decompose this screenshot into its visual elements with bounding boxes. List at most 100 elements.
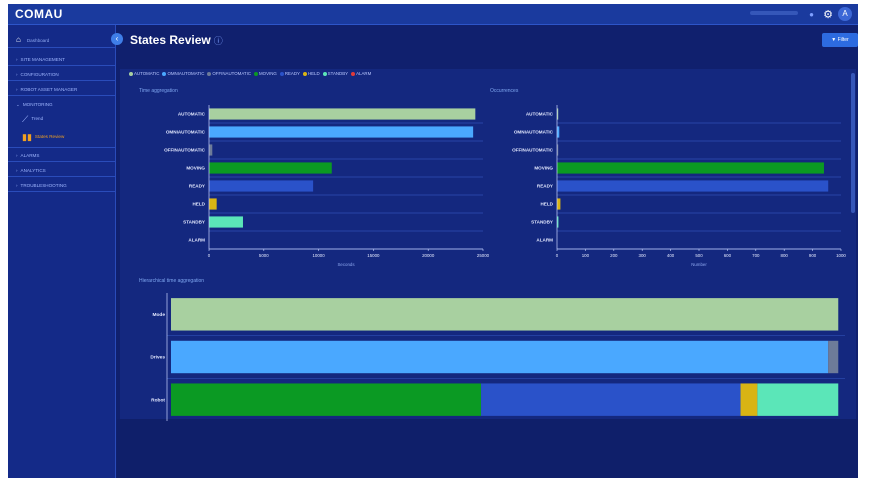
stacked-segment [828,340,839,374]
bar-automatic [209,108,476,120]
legend-label: READY [284,71,300,76]
x-tick-label: 300 [639,253,647,258]
hierarchical-time-aggregation-title: Hierarchical time aggregation [139,278,205,284]
category-label: OFFINAUTOMATIC [512,148,554,153]
legend-swatch [351,71,356,76]
sidebar-item-label: ROBOT ASSET MANAGER [20,87,78,92]
sidebar-item-dashboard[interactable]: ⌂ Dashboard [8,32,116,48]
gear-icon[interactable]: ⚙ [823,8,833,21]
sidebar-item-alarms[interactable]: › ALARMS [8,149,116,162]
legend-item-omniautomatic[interactable]: OMNIAUTOMATIC [162,71,204,76]
chevron-right-icon: › [16,87,18,92]
legend-swatch [207,71,212,76]
sidebar-item-label: States Review [34,134,65,140]
comau-logo[interactable]: COMAU [15,7,63,21]
chevron-right-icon: › [16,168,18,173]
legend-swatch [279,71,284,76]
stacked-segment [171,340,829,374]
sidebar-item-label: Trend [31,116,44,122]
legend-swatch [129,71,133,76]
stacked-segment [481,383,741,416]
hierarchical-time-aggregation-chart: Mode Drives Robot [129,293,849,421]
legend-label: HELD [307,71,320,76]
time-aggregation-title: Time aggregation [139,88,178,94]
sidebar-item-analytics[interactable]: › ANALYTICS [8,164,116,177]
chart-legend: AUTOMATIC OMNIAUTOMATIC OFFINAUTOMATIC MOVI… [129,71,374,76]
legend-label: AUTOMATIC [134,71,160,76]
category-label: STANDBY [531,220,553,225]
stacked-segment [740,383,758,416]
category-label: AUTOMATIC [178,112,206,117]
sidebar-item-configuration[interactable]: › CONFIGURATION [8,68,116,81]
avatar[interactable]: A [838,7,852,21]
sidebar-item-label: ANALYTICS [20,168,46,173]
sidebar-item-label: MONITORING [22,102,53,107]
occurrences-chart: AUTOMATIC OMNIAUTOMATIC OFFINAUTOMATIC MOVI… [483,103,847,271]
bar-ready [557,180,829,192]
chevron-right-icon: › [16,57,18,62]
app-window: COMAU ● ⚙ A ⌂ Dashboard › SITE MANAGEMENT … [8,4,858,478]
top-bar: COMAU ● ⚙ A [8,4,858,25]
sidebar-item-site-management[interactable]: › SITE MANAGEMENT [8,53,116,66]
chart-svg: AUTOMATIC OMNIAUTOMATIC OFFINAUTOMATIC MOVI… [164,105,489,267]
legend-item-alarm[interactable]: ALARM [351,71,371,76]
x-tick-label: 200 [610,253,618,258]
sidebar-item-troubleshooting[interactable]: › TROUBLESHOOTING [8,179,116,192]
filter-button[interactable]: ▼ Filter [822,33,858,47]
chart-svg: Mode Drives Robot [150,293,845,421]
legend-label: OFFINAUTOMATIC [212,71,251,76]
info-icon[interactable]: ⓘ [214,36,223,46]
sidebar: ⌂ Dashboard › SITE MANAGEMENT › CONFIGURATI… [8,25,116,478]
filter-icon: ▼ [831,37,837,43]
category-label: OMNIAUTOMATIC [514,130,554,135]
category-label: Drives [150,355,165,361]
x-tick-label: 100 [582,253,590,258]
bar-moving [209,162,332,174]
page-title: States Review ⓘ [130,33,223,47]
x-axis-label: Number [691,262,707,267]
stacked-segment [171,383,482,416]
chevron-right-icon: › [16,183,18,188]
legend-item-offinautomatic[interactable]: OFFINAUTOMATIC [207,71,251,76]
category-label: HELD [192,202,205,207]
legend-item-held[interactable]: HELD [302,71,320,76]
bar-chart-icon: ▮▮ [22,132,32,142]
stacked-segment [171,298,839,331]
vertical-scrollbar[interactable] [851,73,855,213]
legend-item-standby[interactable]: STANDBY [322,71,348,76]
legend-swatch [302,71,307,76]
chevron-right-icon: › [16,153,18,158]
category-label: HELD [540,202,553,207]
legend-item-moving[interactable]: MOVING [254,71,277,76]
legend-item-automatic[interactable]: AUTOMATIC [129,71,159,76]
x-tick-label: 0 [556,253,559,258]
sidebar-item-monitoring[interactable]: ⌄ MONITORING [8,98,116,111]
bar-offinautomatic [209,144,213,156]
sidebar-item-label: Dashboard [26,38,50,43]
legend-item-ready[interactable]: READY [279,71,300,76]
sidebar-item-label: ALARMS [20,153,40,158]
category-label: ALARM [536,238,553,243]
sidebar-subitem-states-review[interactable]: ▮▮ States Review [8,129,116,148]
time-aggregation-chart: AUTOMATIC OMNIAUTOMATIC OFFINAUTOMATIC MOVI… [129,103,489,271]
user-name[interactable] [750,11,798,15]
category-label: MOVING [534,166,553,171]
x-tick-label: 900 [809,253,817,258]
chevron-down-icon: ⌄ [16,102,20,107]
main-content: States Review ⓘ ▼ Filter AUTOMATIC OMNIAUT… [117,25,858,478]
page-title-text: States Review [130,33,211,47]
status-dot-icon: ● [809,10,814,19]
bar-moving [557,162,824,174]
x-tick-label: 1000 [836,253,846,258]
bar-standby [209,216,243,228]
category-label: Robot [151,397,165,403]
sidebar-subitem-trend[interactable]: ⟋ Trend [8,111,116,127]
sidebar-item-robot-asset-manager[interactable]: › ROBOT ASSET MANAGER [8,83,116,96]
bar-held [557,198,561,210]
x-tick-label: 15000 [367,253,380,258]
legend-label: OMNIAUTOMATIC [167,71,205,76]
panel-footer [117,419,858,478]
category-label: READY [537,184,553,189]
legend-label: ALARM [356,71,372,76]
stacked-segment [757,383,839,416]
